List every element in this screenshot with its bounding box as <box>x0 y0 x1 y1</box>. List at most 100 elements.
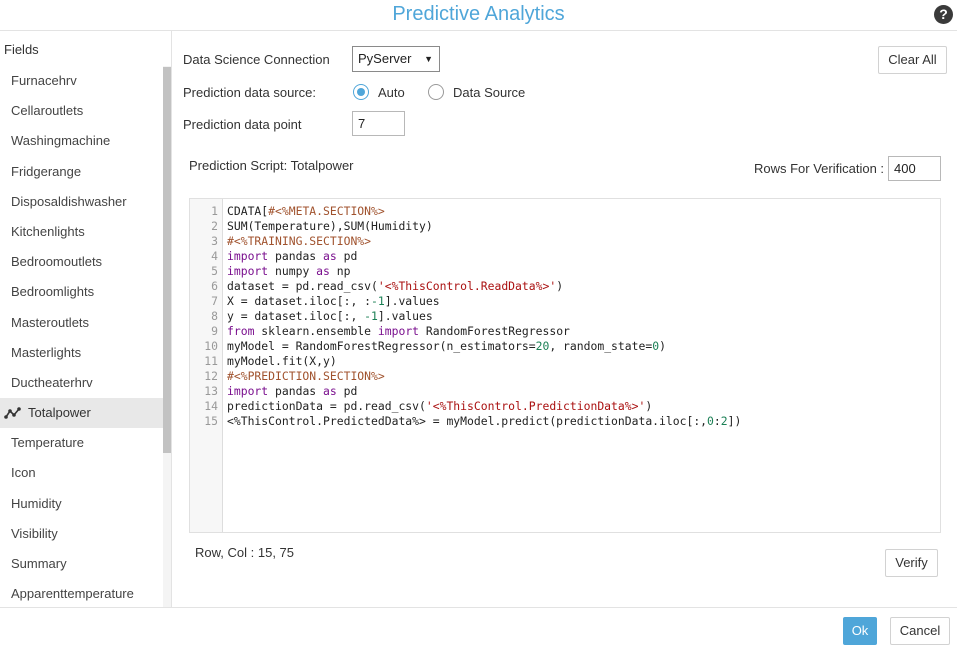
field-item[interactable]: Cellaroutlets <box>0 96 163 126</box>
field-item-label: Fridgerange <box>11 163 82 179</box>
field-item-label: Ductheaterhrv <box>11 374 93 390</box>
field-item[interactable]: Humidity <box>0 489 163 519</box>
code-line: 13 import pandas as pd <box>190 384 940 399</box>
script-title: Prediction Script: Totalpower <box>189 158 354 173</box>
line-number: 10 <box>204 339 218 353</box>
fields-sidebar: Fields Furnacehrv Cellaroutlets Washingmac… <box>0 31 172 607</box>
code-token: as <box>323 384 337 398</box>
source-label: Prediction data source: <box>183 85 316 100</box>
field-item[interactable]: Masterlights <box>0 338 163 368</box>
field-item[interactable]: Bedroomoutlets <box>0 247 163 277</box>
code-token: '<%ThisControl.PredictionData%>' <box>425 399 646 413</box>
code-token: import <box>227 249 269 263</box>
sidebar-scrollbar-thumb[interactable] <box>163 67 171 453</box>
code-text: X = dataset.iloc[:, :-1].values <box>227 294 440 309</box>
help-icon[interactable]: ? <box>934 5 953 24</box>
code-text: dataset = pd.read_csv('<%ThisControl.Rea… <box>227 279 563 294</box>
field-item[interactable]: Kitchenlights <box>0 217 163 247</box>
code-token: , random_state= <box>549 339 653 353</box>
field-item[interactable]: Apparenttemperature <box>0 579 163 607</box>
code-token: import <box>227 264 269 278</box>
code-token: y = dataset.iloc[:, <box>227 309 365 323</box>
dialog-title: Predictive Analytics <box>392 3 565 25</box>
connection-label: Data Science Connection <box>183 52 330 67</box>
fields-heading: Fields <box>4 42 39 57</box>
code-token: from <box>227 324 255 338</box>
code-token: -1 <box>371 294 385 308</box>
field-item[interactable]: Summary <box>0 549 163 579</box>
code-token: -1 <box>364 309 378 323</box>
code-line: 5 import numpy as np <box>190 264 940 279</box>
code-token: RandomForestRegressor <box>419 324 570 338</box>
field-item[interactable]: Icon <box>0 458 163 488</box>
code-token: ) <box>659 339 666 353</box>
code-token: predictionData = pd.read_csv( <box>227 399 426 413</box>
field-item-label: Apparenttemperature <box>11 586 134 602</box>
code-token: ) <box>645 399 653 413</box>
code-token: import <box>377 324 420 338</box>
code-line: 1 CDATA[#<%META.SECTION%> <box>190 204 940 219</box>
field-item-label: Cellaroutlets <box>11 103 84 119</box>
code-line: 11 myModel.fit(X,y) <box>190 354 940 369</box>
code-token: ].values <box>377 309 433 323</box>
code-token: import <box>227 384 269 398</box>
field-item[interactable]: Temperature <box>0 428 163 458</box>
field-item[interactable]: Masteroutlets <box>0 308 163 338</box>
code-line: 6 dataset = pd.read_csv('<%ThisControl.Re… <box>190 279 940 294</box>
code-token: SUM(Temperature),SUM(Humidity) <box>227 219 433 233</box>
code-token: 2 <box>720 414 728 428</box>
line-number: 6 <box>211 279 218 293</box>
connection-select[interactable]: PyServer ▼ <box>352 46 440 72</box>
field-item[interactable]: Disposaldishwasher <box>0 187 163 217</box>
code-line: 14 predictionData = pd.read_csv('<%ThisCo… <box>190 399 940 414</box>
field-item-label: Icon <box>11 465 36 481</box>
code-token: ]) <box>727 414 742 428</box>
code-text: import pandas as pd <box>227 384 357 399</box>
code-token: as <box>316 264 330 278</box>
ok-button[interactable]: Ok <box>843 617 877 645</box>
field-item[interactable]: Totalpower <box>0 398 163 429</box>
line-number: 5 <box>211 264 218 278</box>
line-number: 3 <box>211 234 218 248</box>
field-item[interactable]: Visibility <box>0 519 163 549</box>
code-text: import pandas as pd <box>227 249 357 264</box>
radio-data-source-label[interactable]: Data Source <box>453 85 525 100</box>
field-item[interactable]: Washingmachine <box>0 126 163 156</box>
field-item[interactable]: Fridgerange <box>0 157 163 187</box>
code-token: pd <box>336 384 358 398</box>
code-token: : <box>713 414 721 428</box>
code-text: SUM(Temperature),SUM(Humidity) <box>227 219 433 234</box>
line-number: 11 <box>204 354 218 368</box>
line-number: 1 <box>211 204 218 218</box>
code-token: <%ThisControl.PredictedData%> = myModel.… <box>227 414 708 428</box>
radio-auto-label[interactable]: Auto <box>378 85 405 100</box>
code-token: #<%TRAINING.SECTION%> <box>227 234 372 248</box>
cancel-button[interactable]: Cancel <box>890 617 950 645</box>
code-token: myModel.fit(X,y) <box>227 354 337 368</box>
rows-verification-input[interactable]: 400 <box>888 156 941 181</box>
code-line: 9 from sklearn.ensemble import RandomFore… <box>190 324 940 339</box>
clear-all-button[interactable]: Clear All <box>878 46 947 74</box>
field-item-label: Masterlights <box>11 344 82 360</box>
code-line: 15 <%ThisControl.PredictedData%> = myMode… <box>190 414 940 429</box>
code-editor[interactable]: 1 CDATA[#<%META.SECTION%> 2 SUM(Temperature… <box>189 198 941 533</box>
code-token: ].values <box>384 294 440 308</box>
field-item-label: Visibility <box>11 525 58 541</box>
field-item[interactable]: Bedroomlights <box>0 277 163 307</box>
field-item-label: Washingmachine <box>11 133 111 149</box>
chevron-down-icon: ▼ <box>424 54 433 64</box>
code-token: numpy <box>268 264 317 278</box>
code-line: 8 y = dataset.iloc[:, -1].values <box>190 309 940 324</box>
verify-button[interactable]: Verify <box>885 549 938 577</box>
prediction-point-input[interactable]: 7 <box>352 111 405 136</box>
line-number: 12 <box>204 369 218 383</box>
field-item[interactable]: Furnacehrv <box>0 66 163 96</box>
field-item[interactable]: Ductheaterhrv <box>0 368 163 398</box>
code-text: y = dataset.iloc[:, -1].values <box>227 309 433 324</box>
code-token: pandas <box>268 249 324 263</box>
radio-auto[interactable] <box>353 84 369 100</box>
line-number: 2 <box>211 219 218 233</box>
radio-data-source[interactable] <box>428 84 444 100</box>
field-item-label: Totalpower <box>28 405 91 421</box>
code-token: X = dataset.iloc[:, : <box>227 294 372 308</box>
